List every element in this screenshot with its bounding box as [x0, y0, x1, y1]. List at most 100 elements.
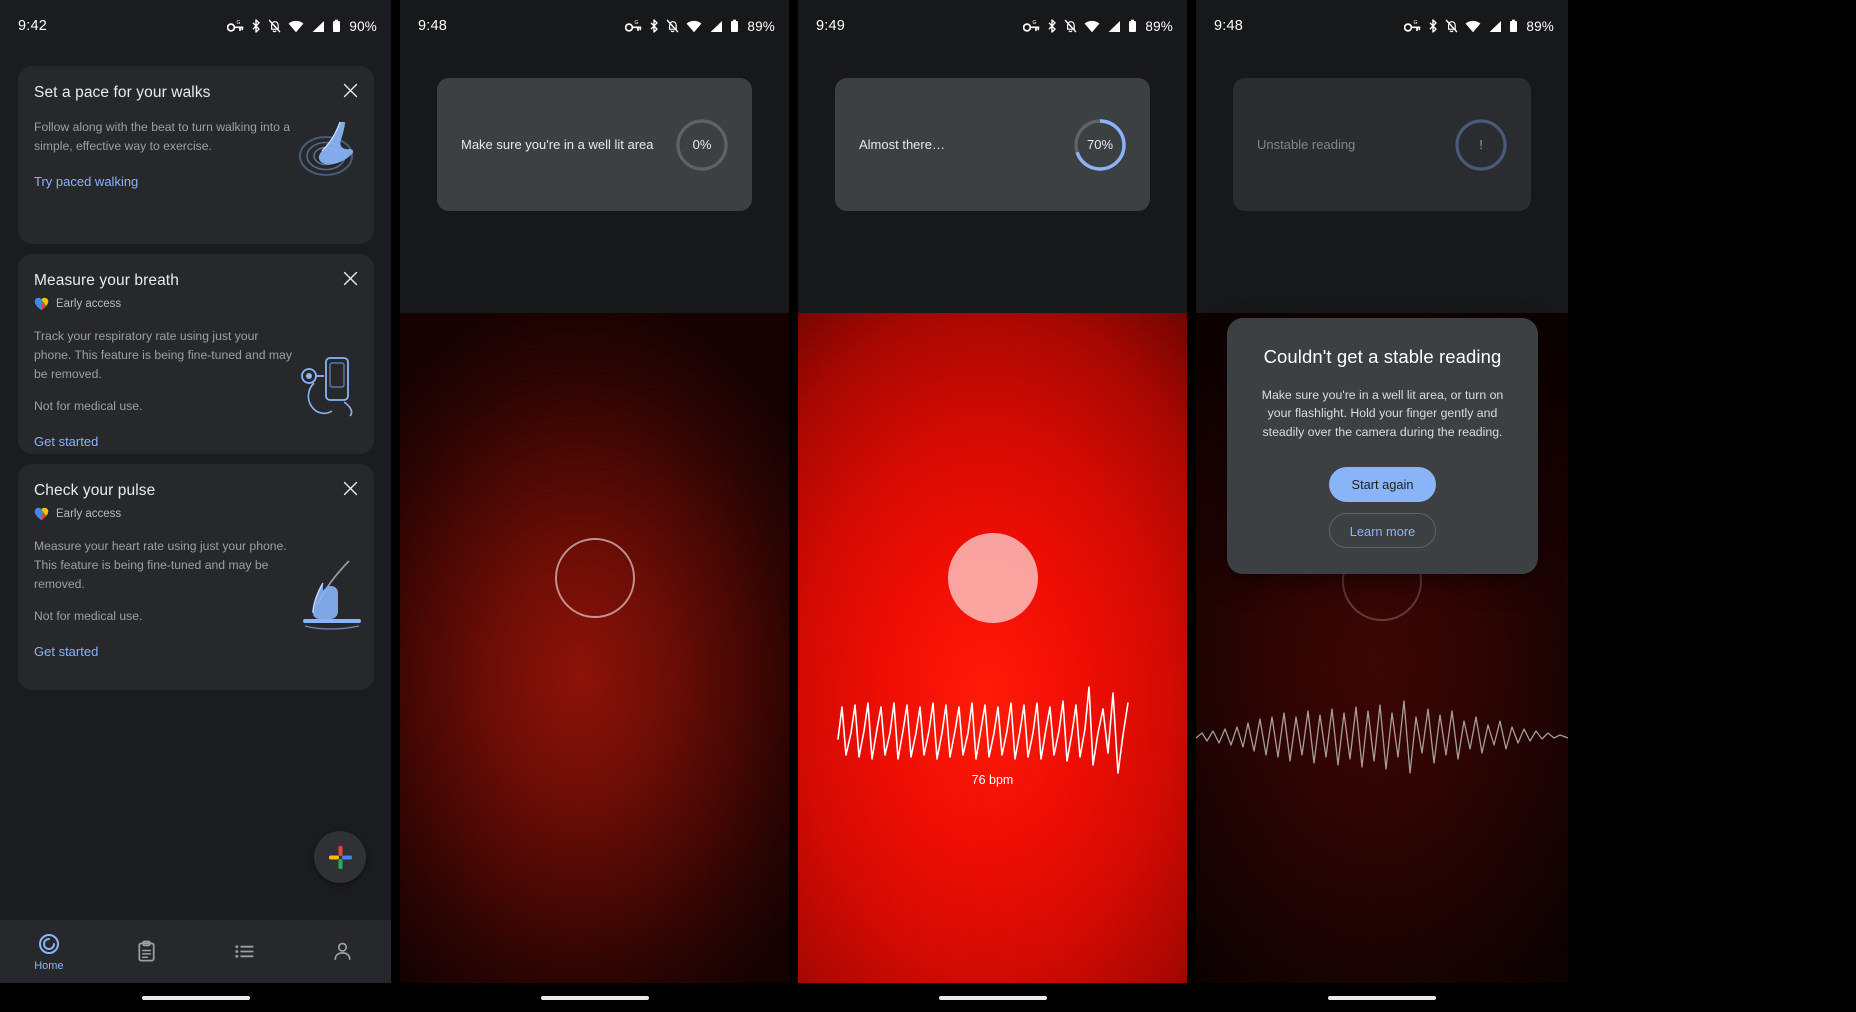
wifi-icon: [686, 20, 702, 32]
status-time: 9:49: [816, 18, 846, 34]
google-plus-icon: [328, 845, 352, 869]
status-bar: 9:49 G 89%: [798, 0, 1187, 52]
measurement-message: Make sure you're in a well lit area: [461, 137, 654, 152]
early-access-badge: Early access: [34, 507, 358, 521]
status-icons: G 89%: [1023, 19, 1173, 34]
nav-item-browse[interactable]: [196, 940, 294, 963]
error-exclamation-icon: !: [1479, 137, 1483, 152]
panel-home: 9:42 G 90% Set a pace for your walks Fol…: [0, 0, 391, 1012]
progress-label: 0%: [692, 137, 712, 152]
bottom-navigation: Home: [0, 920, 391, 983]
vpn-key-icon: G: [1404, 20, 1421, 32]
wifi-icon: [1465, 20, 1481, 32]
phone-breath-illustration: [300, 350, 362, 423]
panel-divider: [391, 0, 400, 1012]
bpm-readout: 76 bpm: [971, 773, 1014, 787]
notifications-off-icon: [1446, 19, 1458, 33]
home-content: Set a pace for your walks Follow along w…: [0, 52, 391, 1012]
signal-icon: [1489, 20, 1502, 32]
close-icon[interactable]: [339, 79, 361, 101]
google-heart-icon: [34, 297, 49, 310]
card-action-link[interactable]: Get started: [34, 434, 98, 449]
close-icon[interactable]: [339, 267, 361, 289]
measure-header: 9:49 G 89% Almost there… 70%: [798, 0, 1187, 313]
wifi-icon: [1084, 20, 1100, 32]
nav-item-journal[interactable]: [98, 940, 196, 963]
bluetooth-icon: [252, 19, 261, 33]
finger-target-ring: [947, 533, 1038, 623]
close-icon[interactable]: [339, 477, 361, 499]
status-time: 9:48: [1214, 18, 1244, 34]
nav-item-home[interactable]: Home: [0, 932, 98, 972]
panel-measure-progress: 9:49 G 89% Almost there… 70% 76 bpm: [798, 0, 1187, 1012]
notifications-off-icon: [1065, 19, 1077, 33]
card-action-link[interactable]: Try paced walking: [34, 174, 138, 189]
measure-header: 9:48 G 89% Unstable reading !: [1196, 0, 1568, 313]
vpn-key-icon: G: [625, 20, 642, 32]
early-access-badge: Early access: [34, 297, 358, 311]
early-access-label: Early access: [56, 508, 122, 520]
pulse-waveform: [1196, 700, 1568, 774]
gesture-pill[interactable]: [1328, 995, 1436, 1000]
panel-measure-error: 9:48 G 89% Unstable reading ! Couldn't g…: [1196, 0, 1568, 1012]
card-title: Measure your breath: [34, 272, 179, 289]
panel-divider: [1187, 0, 1196, 1012]
notifications-off-icon: [667, 19, 679, 33]
card-title: Set a pace for your walks: [34, 84, 211, 101]
status-time: 9:48: [418, 18, 448, 34]
measurement-status-card: Almost there… 70%: [835, 78, 1150, 211]
google-heart-icon: [34, 507, 49, 520]
browse-list-icon: [235, 945, 254, 958]
signal-icon: [312, 20, 325, 32]
status-bar: 9:48 G 89%: [1196, 0, 1568, 52]
camera-noise-overlay: [798, 313, 1187, 1012]
gesture-nav-bar: [1196, 983, 1568, 1012]
nav-label-home: Home: [34, 959, 64, 972]
measure-header: 9:48 G 89% Make sure you're in a well li…: [400, 0, 789, 313]
dialog-title: Couldn't get a stable reading: [1263, 346, 1502, 367]
gesture-pill[interactable]: [141, 995, 250, 1000]
home-ring-icon: [38, 933, 59, 954]
add-button[interactable]: [314, 831, 366, 883]
progress-ring: !: [1453, 117, 1509, 173]
camera-noise-overlay: [400, 313, 789, 1012]
status-bar: 9:48 G 89%: [400, 0, 789, 52]
signal-icon: [710, 20, 723, 32]
card-action-link[interactable]: Get started: [34, 644, 98, 659]
battery-percent: 90%: [349, 18, 377, 34]
bluetooth-icon: [1048, 19, 1057, 33]
learn-more-button[interactable]: Learn more: [1329, 513, 1436, 549]
vpn-key-icon: G: [1023, 20, 1040, 32]
status-bar: 9:42 G 90%: [0, 0, 391, 52]
battery-percent: 89%: [1526, 18, 1554, 34]
battery-icon: [1129, 19, 1137, 32]
card-paced-walking[interactable]: Set a pace for your walks Follow along w…: [18, 66, 374, 244]
start-again-button[interactable]: Start again: [1329, 467, 1436, 503]
finger-camera-illustration: [301, 559, 363, 636]
camera-preview: 76 bpm: [798, 313, 1187, 1012]
card-check-pulse[interactable]: Check your pulse Early access Measure yo…: [18, 464, 374, 690]
measurement-status-card: Make sure you're in a well lit area 0%: [437, 78, 752, 211]
card-title: Check your pulse: [34, 482, 156, 499]
journal-clipboard-icon: [138, 940, 155, 962]
card-description: Track your respiratory rate using just y…: [34, 329, 292, 381]
status-icons: G 90%: [227, 19, 377, 34]
vpn-key-icon: G: [227, 20, 244, 32]
status-icons: G 89%: [1404, 19, 1554, 34]
battery-percent: 89%: [1145, 18, 1173, 34]
card-description: Follow along with the beat to turn walki…: [34, 120, 291, 153]
battery-icon: [1510, 19, 1518, 32]
progress-ring: 70%: [1072, 117, 1128, 173]
dialog-body: Make sure you're in a well lit area, or …: [1261, 388, 1504, 439]
profile-person-icon: [334, 942, 351, 961]
measurement-message: Unstable reading: [1257, 137, 1356, 152]
screenshot-strip: 9:42 G 90% Set a pace for your walks Fol…: [0, 0, 1856, 1012]
progress-label: 70%: [1086, 137, 1114, 152]
gesture-pill[interactable]: [540, 995, 649, 1000]
gesture-pill[interactable]: [938, 995, 1047, 1000]
bluetooth-icon: [1429, 19, 1438, 33]
card-measure-breath[interactable]: Measure your breath Early access Track y…: [18, 254, 374, 454]
nav-item-profile[interactable]: [293, 940, 391, 963]
card-description: Measure your heart rate using just your …: [34, 539, 287, 591]
status-icons: G 89%: [625, 19, 775, 34]
